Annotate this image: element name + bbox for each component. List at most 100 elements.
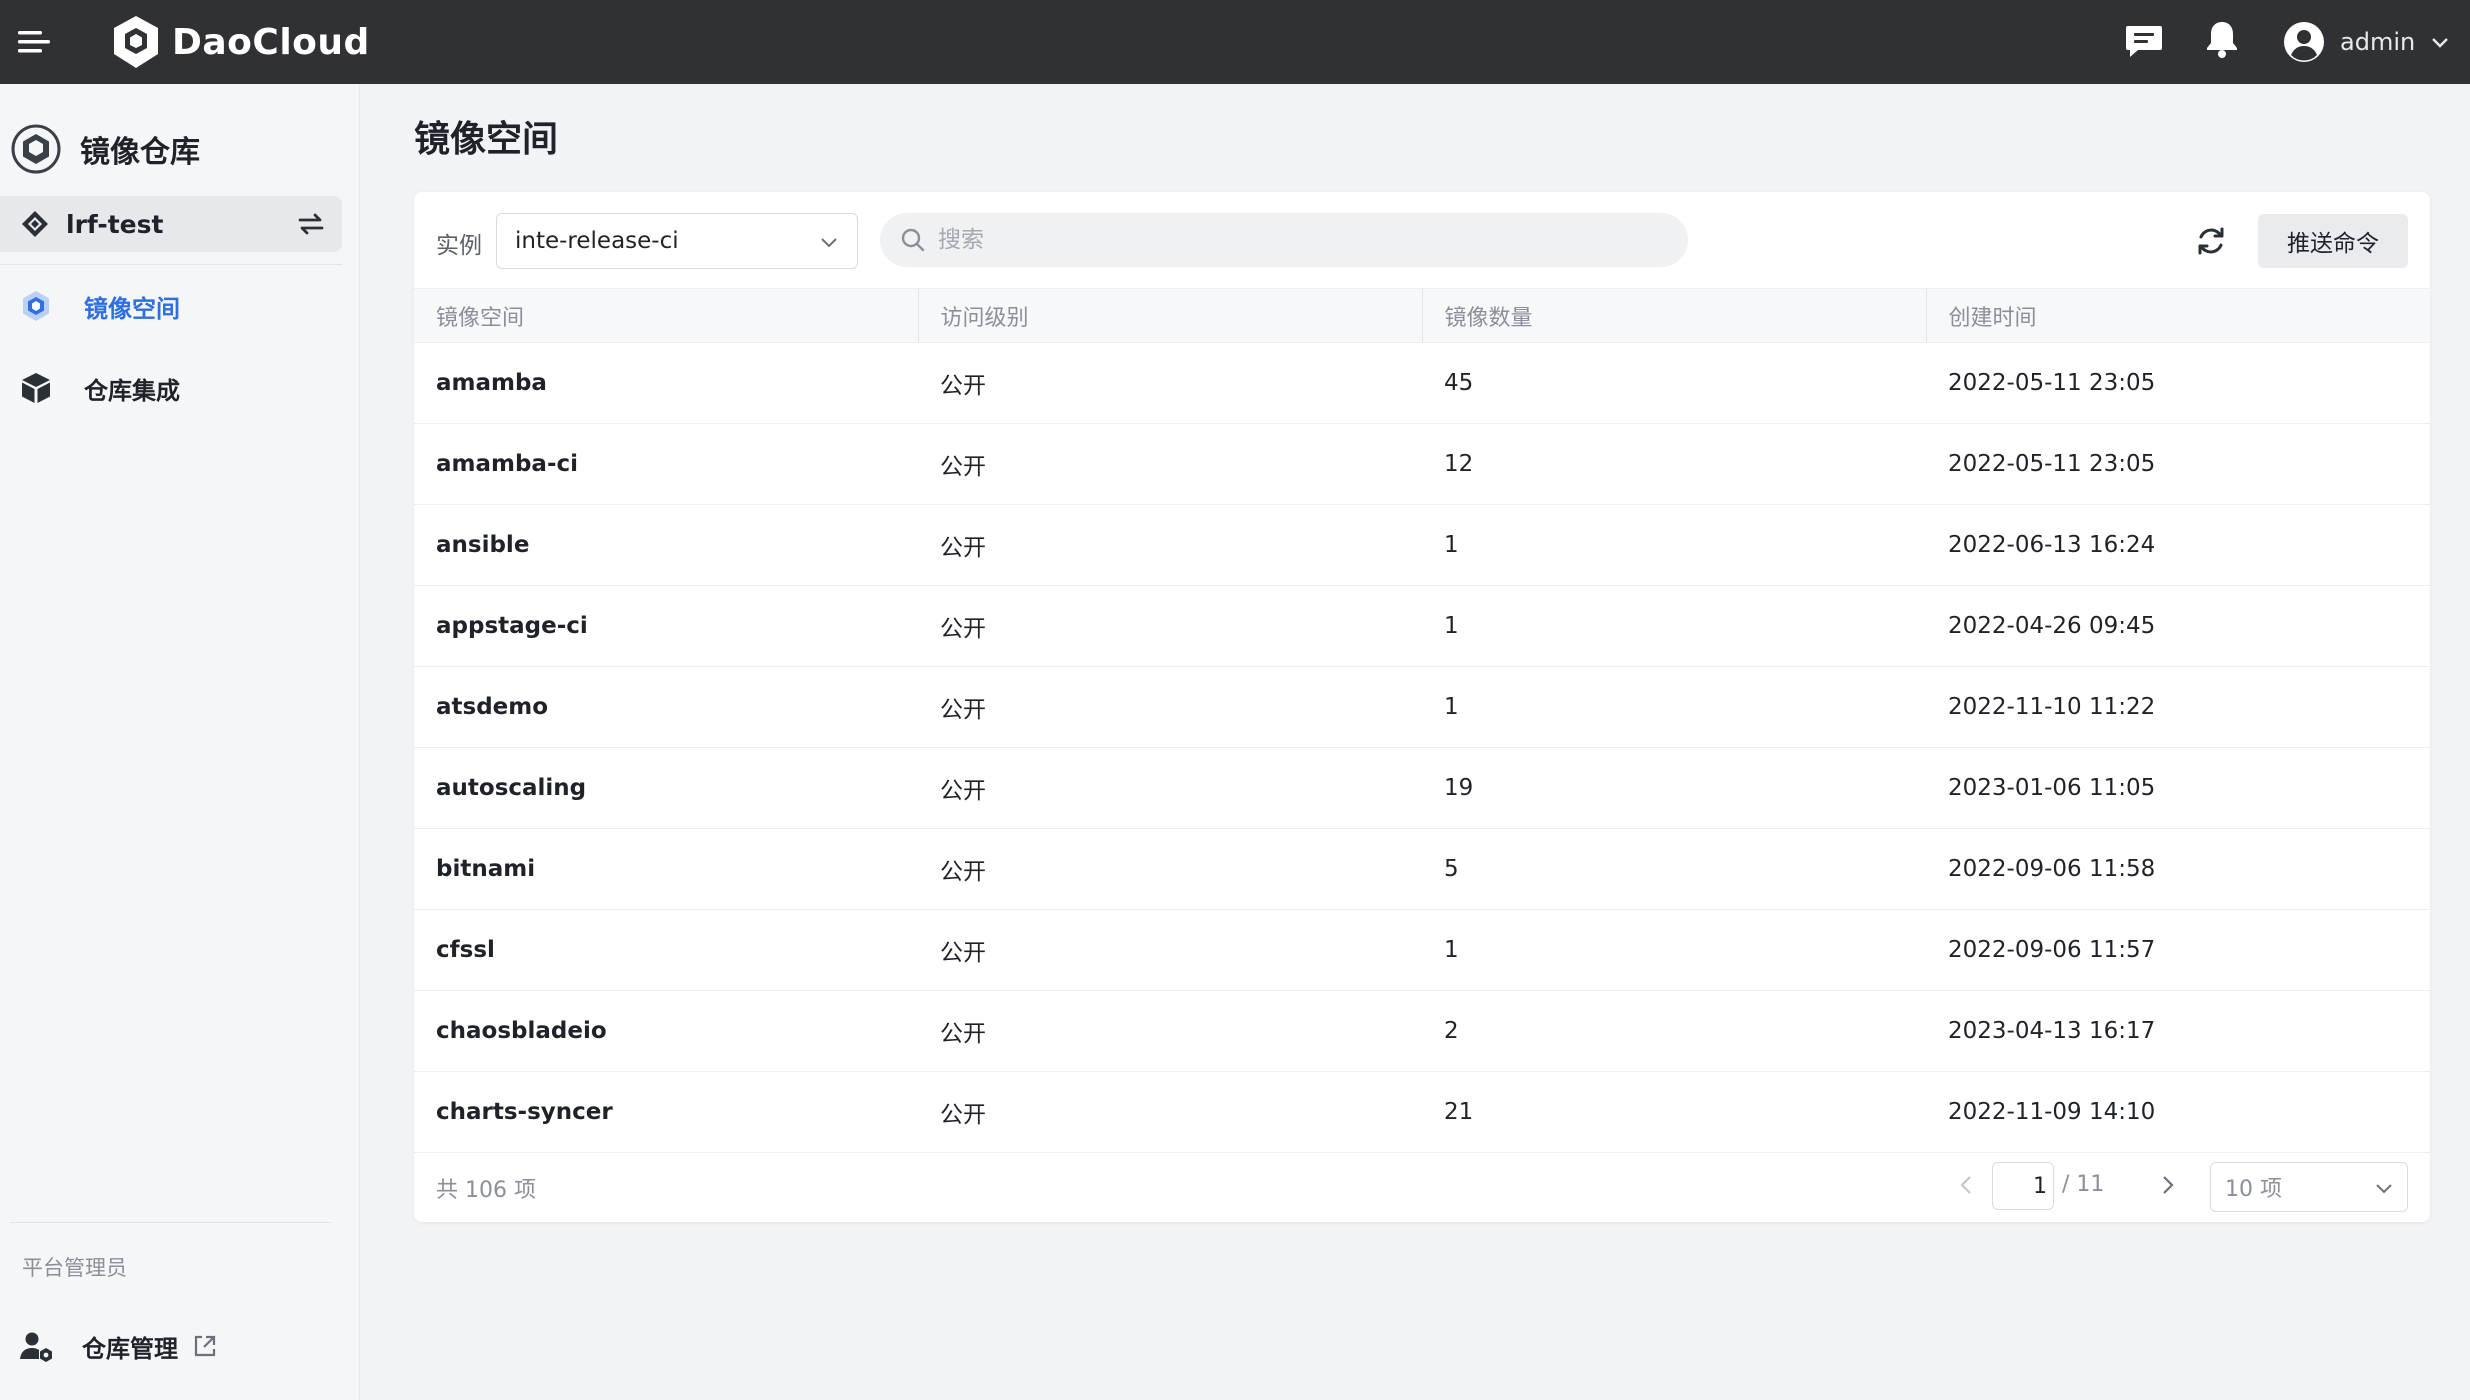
image-count: 19 (1444, 775, 1474, 801)
message-button[interactable] (2122, 18, 2166, 62)
section-label: 平台管理员 (22, 1256, 127, 1280)
access-level: 公开 (940, 778, 986, 804)
username: admin (2340, 28, 2416, 56)
namespace-link[interactable]: appstage-ci (414, 586, 918, 667)
toolbar: 实例 inte-release-ci 推送命令 (414, 192, 2430, 288)
image-count: 5 (1444, 856, 1459, 882)
chevron-down-icon (2376, 1184, 2392, 1194)
page-size-value: 10 项 (2225, 1177, 2282, 1202)
access-level: 公开 (940, 859, 986, 885)
table-row[interactable]: chaosbladeio 公开 2 2023-04-13 16:17 (414, 991, 2430, 1072)
table-row[interactable]: appstage-ci 公开 1 2022-04-26 09:45 (414, 586, 2430, 667)
namespace-link[interactable]: autoscaling (414, 748, 918, 829)
access-level: 公开 (940, 697, 986, 723)
total-pages: / 11 (2062, 1172, 2105, 1197)
registry-module-icon (11, 124, 61, 174)
switch-icon[interactable] (296, 210, 326, 238)
message-icon (2126, 26, 2162, 57)
created-time: 2022-09-06 11:57 (1948, 937, 2156, 963)
column-header-access-level[interactable]: 访问级别 (917, 288, 1422, 343)
table-row[interactable]: autoscaling 公开 19 2023-01-06 11:05 (414, 748, 2430, 829)
namespace-link[interactable]: charts-syncer (414, 1072, 918, 1153)
refresh-button[interactable] (2188, 218, 2234, 264)
access-level: 公开 (940, 454, 986, 480)
image-count: 21 (1444, 1099, 1474, 1125)
top-bar: DaoCloud admin (0, 0, 2470, 84)
table-row[interactable]: charts-syncer 公开 21 2022-11-09 14:10 (414, 1072, 2430, 1153)
table-row[interactable]: ansible 公开 1 2022-06-13 16:24 (414, 505, 2430, 586)
table-header-row: 镜像空间 访问级别 镜像数量 创建时间 (414, 288, 2430, 343)
sidebar-item-label: 仓库管理 (82, 1334, 178, 1363)
search-box[interactable] (880, 213, 1688, 267)
image-count: 1 (1444, 937, 1459, 963)
namespace-link[interactable]: cfssl (414, 910, 918, 991)
chevron-left-icon[interactable] (1954, 1172, 1980, 1198)
access-level: 公开 (940, 616, 986, 642)
search-icon (901, 228, 925, 252)
namespace-link[interactable]: chaosbladeio (414, 991, 918, 1072)
sidebar-item-repo-integration[interactable]: 仓库集成 (18, 360, 180, 416)
image-count: 1 (1444, 694, 1459, 720)
created-time: 2022-05-11 23:05 (1948, 370, 2156, 396)
access-level: 公开 (940, 1102, 986, 1128)
push-command-button[interactable]: 推送命令 (2258, 214, 2408, 268)
namespace-link[interactable]: amamba-ci (414, 424, 918, 505)
column-header-namespace[interactable]: 镜像空间 (414, 288, 918, 343)
menu-icon[interactable] (16, 24, 52, 60)
sidebar-item-repo-management[interactable]: 仓库管理 (18, 1318, 218, 1374)
image-space-icon (23, 291, 49, 321)
created-time: 2022-11-09 14:10 (1948, 1099, 2156, 1125)
table-row[interactable]: amamba-ci 公开 12 2022-05-11 23:05 (414, 424, 2430, 505)
access-level: 公开 (940, 535, 986, 561)
page-title: 镜像空间 (414, 119, 559, 160)
workspace-selector[interactable]: lrf-test (0, 196, 342, 252)
chevron-down-icon (821, 238, 837, 248)
module-title: 镜像仓库 (80, 135, 200, 170)
image-count: 45 (1444, 370, 1474, 396)
user-menu[interactable]: admin (2282, 16, 2451, 68)
bell-icon (2207, 22, 2237, 58)
page-size-select[interactable]: 10 项 (2210, 1162, 2408, 1212)
instance-value: inte-release-ci (515, 228, 679, 254)
image-space-table: 镜像空间 访问级别 镜像数量 创建时间 amamba 公开 45 2022-05… (414, 288, 2430, 1153)
sidebar-item-image-space[interactable]: 镜像空间 (18, 278, 180, 334)
divider (10, 1222, 332, 1223)
instance-select[interactable]: inte-release-ci (496, 213, 858, 269)
sidebar-item-label: 仓库集成 (84, 376, 180, 405)
sidebar-item-label: 镜像空间 (84, 294, 180, 323)
created-time: 2023-04-13 16:17 (1948, 1018, 2156, 1044)
workspace-icon (22, 211, 48, 237)
divider (0, 264, 342, 265)
table-row[interactable]: bitnami 公开 5 2022-09-06 11:58 (414, 829, 2430, 910)
refresh-icon (2198, 227, 2224, 255)
column-header-created-time[interactable]: 创建时间 (1925, 288, 2430, 343)
brand-logo[interactable]: DaoCloud (110, 10, 370, 74)
external-link-icon (194, 1335, 216, 1357)
pagination: 共 106 项 / 11 10 项 (414, 1150, 2430, 1222)
repo-integration-icon (22, 373, 50, 403)
chevron-right-icon[interactable] (2154, 1172, 2180, 1198)
access-level: 公开 (940, 1021, 986, 1047)
notification-button[interactable] (2200, 17, 2244, 61)
page-number-input[interactable] (1992, 1162, 2054, 1210)
table-row[interactable]: amamba 公开 45 2022-05-11 23:05 (414, 343, 2430, 424)
namespace-link[interactable]: amamba (414, 343, 918, 424)
total-count: 共 106 项 (436, 1178, 536, 1203)
namespace-link[interactable]: atsdemo (414, 667, 918, 748)
table-row[interactable]: cfssl 公开 1 2022-09-06 11:57 (414, 910, 2430, 991)
table-row[interactable]: atsdemo 公开 1 2022-11-10 11:22 (414, 667, 2430, 748)
created-time: 2022-06-13 16:24 (1948, 532, 2156, 558)
created-time: 2022-05-11 23:05 (1948, 451, 2156, 477)
search-input[interactable] (938, 227, 1638, 253)
image-count: 1 (1444, 532, 1459, 558)
chevron-down-icon (2432, 38, 2449, 48)
namespace-link[interactable]: ansible (414, 505, 918, 586)
image-count: 2 (1444, 1018, 1459, 1044)
user-avatar-icon (2284, 22, 2324, 62)
sidebar: 镜像仓库 lrf-test 镜像空间 仓库集成 平台管理员 仓库管理 (0, 84, 360, 1400)
column-header-image-count[interactable]: 镜像数量 (1421, 288, 1926, 343)
instance-label: 实例 (436, 233, 482, 259)
created-time: 2022-04-26 09:45 (1948, 613, 2156, 639)
namespace-link[interactable]: bitnami (414, 829, 918, 910)
brand-name: DaoCloud (172, 21, 370, 63)
